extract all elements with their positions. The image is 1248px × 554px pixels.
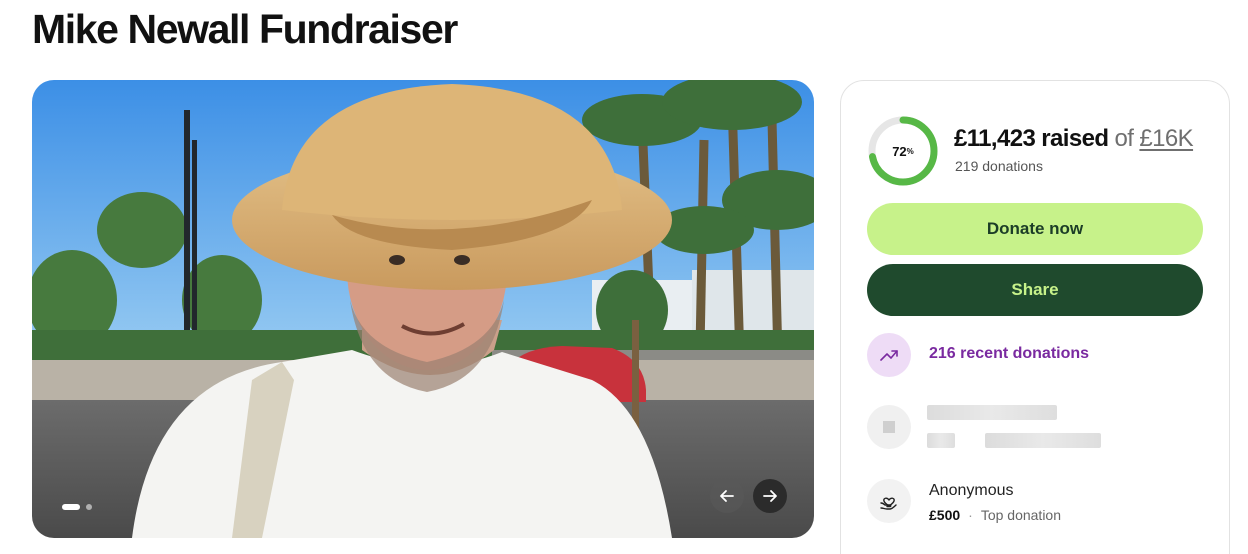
heart-hand-icon [880, 497, 897, 510]
raised-of: of [1114, 125, 1134, 152]
recent-donations-link[interactable]: 216 recent donations [929, 345, 1089, 363]
carousel-dot[interactable] [86, 504, 92, 510]
redacted-donor-meta [985, 433, 1101, 448]
carousel-dot-active[interactable] [62, 504, 80, 510]
progress-suffix: % [906, 146, 914, 156]
share-button[interactable]: Share [867, 264, 1203, 316]
recent-donations-badge [867, 333, 911, 377]
goal-amount[interactable]: £16K [1139, 125, 1193, 152]
raised-summary: £11,423 raised of £16K [954, 125, 1194, 153]
donor-name: Anonymous [929, 482, 1014, 499]
top-donation-tag: Top donation [980, 507, 1062, 523]
donor-meta: £500 · Top donation [929, 507, 1061, 523]
donor-avatar [867, 479, 911, 523]
fundraiser-photo-carousel[interactable] [32, 80, 814, 538]
carousel-dots [62, 504, 92, 510]
carousel-next-button[interactable] [753, 479, 787, 513]
donate-now-button[interactable]: Donate now [867, 203, 1203, 255]
arrow-right-icon [763, 490, 777, 502]
page-title: Mike Newall Fundraiser [32, 6, 458, 52]
redacted-donor-name [927, 405, 1057, 420]
arrow-left-icon [720, 490, 734, 502]
donation-panel: 72% £11,423 raised of £16K 219 donations… [840, 80, 1230, 554]
progress-value: 72 [892, 143, 907, 159]
fundraiser-photo [32, 80, 814, 538]
raised-amount: £11,423 raised [954, 125, 1109, 152]
progress-percent: 72% [867, 115, 939, 187]
redacted-donor-amount [927, 433, 955, 448]
carousel-prev-button[interactable] [710, 479, 744, 513]
trending-up-icon [880, 350, 898, 361]
meta-separator: · [968, 507, 973, 523]
donation-count: 219 donations [955, 158, 1043, 174]
donor-amount: £500 [929, 507, 961, 523]
redacted-donor-avatar [867, 405, 911, 449]
